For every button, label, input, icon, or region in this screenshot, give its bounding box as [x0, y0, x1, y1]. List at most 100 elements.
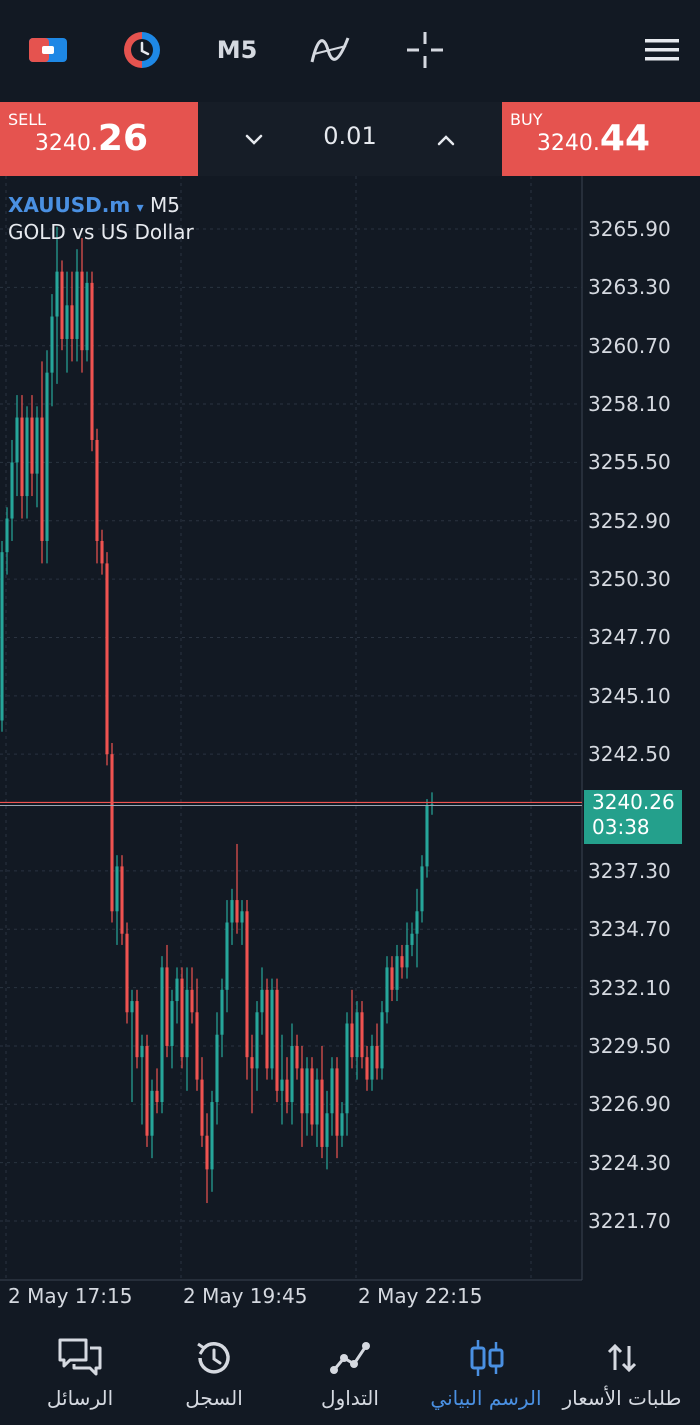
candle-body — [385, 967, 389, 1013]
price-tick-label: 3224.30 — [588, 1150, 671, 1175]
candle-body — [75, 271, 79, 339]
candle-body — [415, 911, 419, 934]
candle-body — [165, 967, 169, 1046]
candle-body — [85, 282, 89, 351]
trade-line-icon — [280, 1332, 420, 1384]
lot-selector: 0.01 — [198, 102, 502, 176]
buy-price-small: 3240. — [536, 131, 600, 156]
candle-body — [370, 1045, 374, 1080]
candle-body — [145, 1045, 149, 1136]
candle-body — [155, 1090, 159, 1103]
time-tick-label: 2 May 19:45 — [183, 1284, 308, 1308]
menu-icon[interactable] — [634, 22, 690, 78]
candle-body — [130, 1001, 134, 1013]
timeframe-label: M5 — [216, 36, 258, 64]
price-tick-label: 3242.50 — [588, 742, 671, 767]
nav-quotes-label: طلبات الأسعار — [562, 1386, 682, 1410]
increase-lot-button[interactable] — [428, 122, 464, 158]
candle-body — [205, 1135, 209, 1170]
bottom-navigation: الرسائل السجل التداول الرسم البياني طلبا… — [0, 1316, 700, 1425]
candle-body — [285, 1079, 289, 1103]
candle-body — [425, 805, 429, 867]
candle-body — [240, 911, 244, 923]
timeframe-button[interactable]: M5 — [209, 22, 265, 78]
price-tick-label: 3252.90 — [588, 508, 671, 533]
candle-body — [295, 1045, 299, 1069]
top-toolbar: M5 — [0, 0, 700, 102]
candle-body — [225, 922, 229, 990]
candle-body — [105, 563, 109, 755]
candle-body — [410, 933, 414, 945]
candle-body — [260, 989, 264, 1013]
candle-body — [140, 1045, 144, 1058]
caret-down-icon: ▾ — [136, 200, 144, 216]
candle-body — [420, 866, 424, 912]
candle-body — [100, 540, 104, 564]
history-icon — [144, 1332, 284, 1384]
trade-panel-icon[interactable] — [20, 22, 76, 78]
candle-body — [55, 271, 59, 317]
candle-body — [220, 989, 224, 1035]
candle-body — [80, 271, 84, 351]
clock-indicators-icon[interactable] — [114, 22, 170, 78]
price-tick-label: 3226.90 — [588, 1092, 671, 1117]
candle-body — [110, 754, 114, 912]
candle-body — [265, 989, 269, 1069]
time-tick-label: 2 May 17:15 — [8, 1284, 133, 1308]
candle-body — [150, 1090, 154, 1136]
candle-body — [255, 1012, 259, 1069]
candle-body — [120, 866, 124, 934]
candle-body — [90, 282, 94, 440]
candle-body — [405, 944, 409, 968]
crosshair-icon[interactable] — [397, 22, 453, 78]
sell-price: 3240.26 — [35, 118, 148, 159]
candle-body — [210, 1102, 214, 1170]
candle-body — [45, 372, 49, 541]
candles — [0, 226, 434, 1204]
indicators-icon[interactable] — [302, 22, 358, 78]
candle-body — [0, 552, 4, 721]
buy-price: 3240.44 — [537, 118, 650, 159]
swap-arrows-icon — [552, 1332, 692, 1384]
candle-body — [395, 956, 399, 990]
candle-body — [245, 911, 249, 1058]
price-tick-label: 3234.70 — [588, 917, 671, 942]
candle-body — [190, 989, 194, 1013]
candle-body — [215, 1034, 219, 1103]
price-tick-label: 3229.50 — [588, 1033, 671, 1058]
candle-body — [320, 1079, 324, 1147]
candle-body — [125, 933, 129, 1013]
candle-body — [340, 1113, 344, 1136]
candle-body — [20, 417, 24, 497]
sell-price-big: 26 — [97, 118, 148, 159]
nav-quotes[interactable]: طلبات الأسعار — [552, 1332, 692, 1410]
candle-body — [280, 1079, 284, 1091]
candle-body — [325, 1113, 329, 1147]
candle-body — [135, 1001, 139, 1058]
candle-body — [170, 1001, 174, 1046]
price-tick-label: 3265.90 — [588, 217, 671, 241]
nav-chart[interactable]: الرسم البياني — [416, 1332, 556, 1410]
candle-body — [345, 1023, 349, 1114]
candle-body — [305, 1068, 309, 1114]
one-click-trading-bar: SELL 3240.26 0.01 BUY 3240.44 — [0, 102, 700, 176]
candle-body — [300, 1068, 304, 1114]
symbol-timeframe: M5 — [149, 193, 180, 217]
candle-body — [5, 518, 9, 553]
price-tick-label: 3255.50 — [588, 450, 671, 475]
candle-body — [310, 1068, 314, 1125]
bar-countdown: 03:38 — [592, 815, 650, 839]
symbol-header[interactable]: XAUUSD.m ▾ M5 — [8, 193, 180, 217]
buy-button[interactable]: BUY 3240.44 — [502, 102, 700, 176]
symbol-description: GOLD vs US Dollar — [8, 220, 194, 244]
nav-history[interactable]: السجل — [144, 1332, 284, 1410]
nav-trade[interactable]: التداول — [280, 1332, 420, 1410]
candle-body — [65, 305, 69, 339]
candle-body — [10, 462, 14, 519]
candle-body — [315, 1079, 319, 1125]
price-tick-label: 3221.70 — [588, 1209, 671, 1233]
nav-messages[interactable]: الرسائل — [10, 1332, 150, 1410]
candle-body — [270, 989, 274, 1069]
candle-body — [355, 1012, 359, 1058]
sell-button[interactable]: SELL 3240.26 — [0, 102, 198, 176]
